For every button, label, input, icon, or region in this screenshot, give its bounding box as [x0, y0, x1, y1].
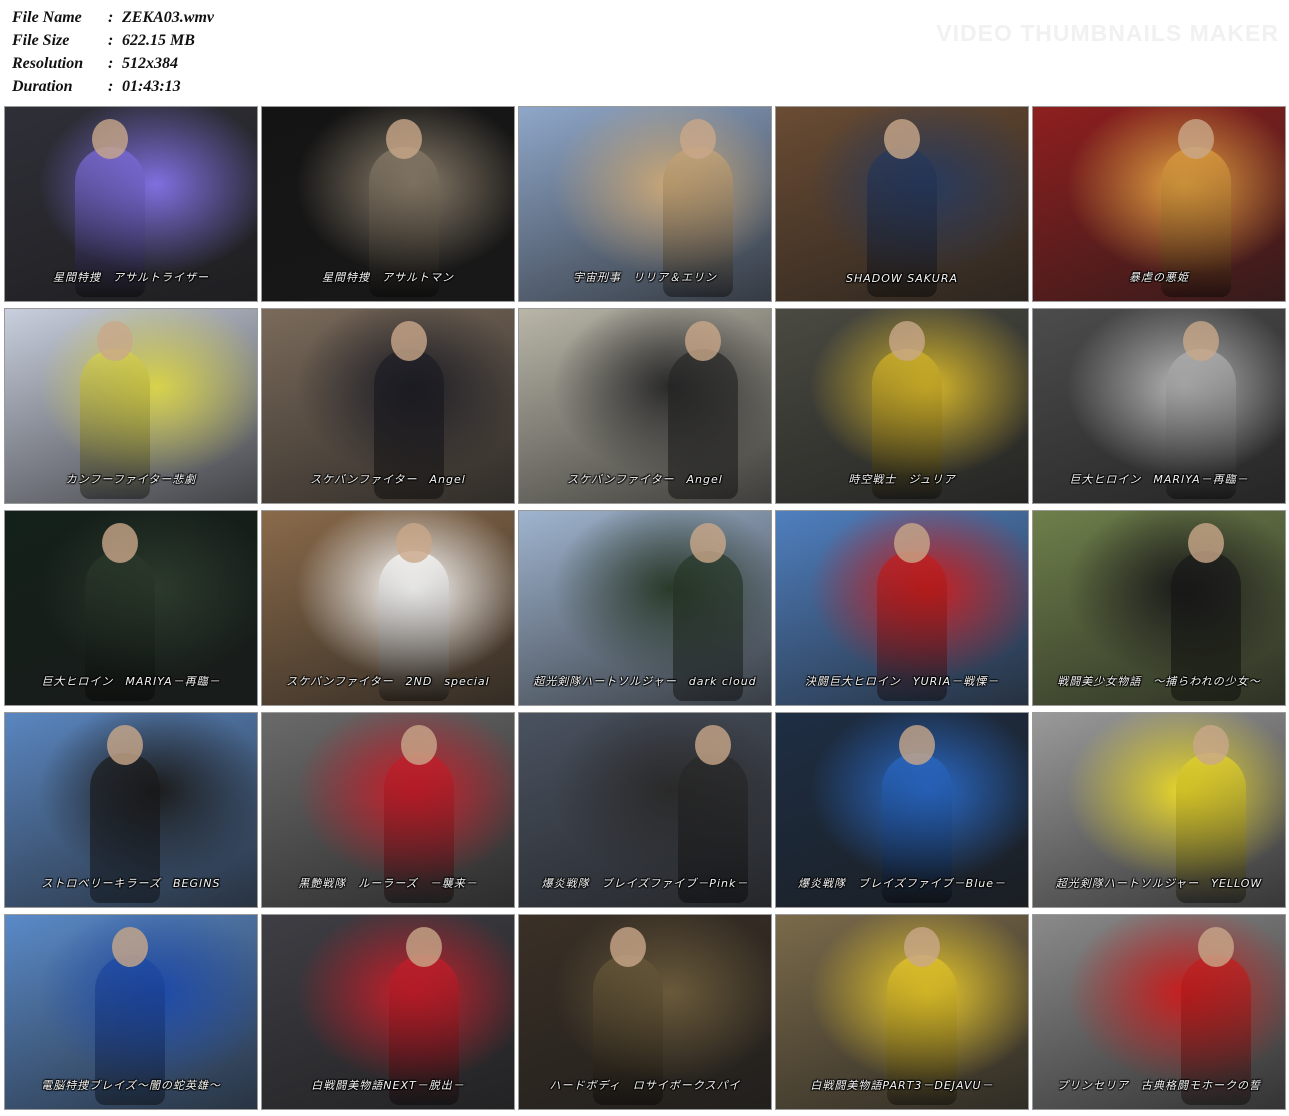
info-value: 622.15 MB [122, 32, 195, 49]
video-thumbnail[interactable]: スケバンファイター 2ND special [261, 510, 515, 706]
thumbnail-caption: 巨大ヒロイン MARIYA－再臨－ [41, 675, 221, 688]
thumbnail-caption: スケバンファイター Angel [567, 473, 723, 486]
video-thumbnail[interactable]: 戦闘美少女物語 ～捕らわれの少女～ [1032, 510, 1286, 706]
video-thumbnail[interactable]: 電脳特捜ブレイズ～闇の蛇英雄～ [4, 914, 258, 1110]
thumbnail-caption: スケバンファイター 2ND special [286, 675, 490, 688]
thumbnail-head [1198, 927, 1234, 967]
thumbnail-head [97, 321, 133, 361]
thumbnail-head [685, 321, 721, 361]
thumbnail-caption: 電脳特捜ブレイズ～闇の蛇英雄～ [41, 1079, 221, 1092]
info-row: Duration:01:43:13 [12, 75, 214, 98]
info-row: File Size:622.15 MB [12, 29, 214, 52]
thumbnail-caption: 決闘巨大ヒロイン YURIA－戦慄－ [804, 675, 1000, 688]
thumbnail-head [899, 725, 935, 765]
thumbnail-head [102, 523, 138, 563]
thumbnail-head [386, 119, 422, 159]
thumbnail-head [884, 119, 920, 159]
video-thumbnail[interactable]: 爆炎戦隊 ブレイズファイブ－Blue－ [775, 712, 1029, 908]
thumbnail-grid: 星間特捜 アサルトライザー 星間特捜 アサルトマン 宇宙刑事 リリア＆エリン SHAD… [4, 106, 1286, 1110]
info-key: Duration [12, 78, 73, 95]
file-info-panel: File Name: ZEKA03.wmv File Size:622.15 MB R… [12, 6, 214, 98]
video-thumbnail[interactable]: スケバンファイター Angel [518, 308, 772, 504]
thumbnail-head [92, 119, 128, 159]
info-separator: : [108, 32, 114, 49]
thumbnail-head [904, 927, 940, 967]
info-row: File Name: ZEKA03.wmv [12, 6, 214, 29]
thumbnail-caption: 白戦闘美物語PART3－DEJAVU－ [810, 1079, 994, 1092]
thumbnail-caption: SHADOW SAKURA [845, 272, 959, 285]
video-thumbnail[interactable]: 白戦闘美物語PART3－DEJAVU－ [775, 914, 1029, 1110]
video-thumbnail[interactable]: 白戦闘美物語NEXT－脱出－ [261, 914, 515, 1110]
video-thumbnail[interactable]: スケバンファイター Angel [261, 308, 515, 504]
info-row: Resolution:512x384 [12, 52, 214, 75]
thumbnail-head [610, 927, 646, 967]
thumbnail-caption: プリンセリア 古典格闘モホークの誓 [1057, 1079, 1261, 1092]
thumbnail-head [695, 725, 731, 765]
thumbnail-head [889, 321, 925, 361]
thumbnail-caption: カンフーファイター悲劇 [65, 473, 197, 486]
info-separator: : [108, 9, 114, 26]
video-thumbnail[interactable]: 暴虐の悪姫 [1032, 106, 1286, 302]
thumbnail-caption: 黒艶戦隊 ルーラーズ －襲来－ [298, 877, 478, 890]
thumbnail-caption: 超光剣隊ハートソルジャー dark cloud [533, 675, 757, 688]
thumbnail-caption: 白戦闘美物語NEXT－脱出－ [311, 1079, 465, 1092]
thumbnail-caption: 宇宙刑事 リリア＆エリン [573, 271, 717, 284]
thumbnail-caption: 星間特捜 アサルトライザー [53, 271, 209, 284]
video-thumbnail[interactable]: 爆炎戦隊 ブレイズファイブ－Pink－ [518, 712, 772, 908]
video-thumbnail[interactable]: SHADOW SAKURA [775, 106, 1029, 302]
thumbnail-head [1178, 119, 1214, 159]
thumbnail-head [391, 321, 427, 361]
thumbnail-head [690, 523, 726, 563]
info-key: Resolution [12, 55, 84, 72]
video-thumbnail[interactable]: 超光剣隊ハートソルジャー dark cloud [518, 510, 772, 706]
thumbnail-head [894, 523, 930, 563]
thumbnail-caption: 爆炎戦隊 ブレイズファイブ－Pink－ [541, 877, 749, 890]
thumbnail-head [1183, 321, 1219, 361]
info-separator: : [108, 55, 114, 72]
thumbnail-caption: 暴虐の悪姫 [1129, 271, 1189, 284]
thumbnail-head [406, 927, 442, 967]
video-thumbnail[interactable]: 時空戦士 ジュリア [775, 308, 1029, 504]
info-key: File Name [12, 9, 82, 26]
thumbnail-caption: ストロベリーキラーズ BEGINS [41, 877, 221, 890]
video-thumbnail[interactable]: プリンセリア 古典格闘モホークの誓 [1032, 914, 1286, 1110]
info-value: 01:43:13 [122, 78, 181, 95]
video-thumbnail[interactable]: 宇宙刑事 リリア＆エリン [518, 106, 772, 302]
video-thumbnail[interactable]: 巨大ヒロイン MARIYA－再臨－ [1032, 308, 1286, 504]
video-thumbnail[interactable]: 星間特捜 アサルトライザー [4, 106, 258, 302]
info-key: File Size [12, 32, 70, 49]
video-thumbnail[interactable]: 超光剣隊ハートソルジャー YELLOW [1032, 712, 1286, 908]
thumbnail-head [401, 725, 437, 765]
video-thumbnail[interactable]: ストロベリーキラーズ BEGINS [4, 712, 258, 908]
info-value: 512x384 [122, 55, 178, 72]
thumbnail-caption: 戦闘美少女物語 ～捕らわれの少女～ [1057, 675, 1261, 688]
thumbnail-head [112, 927, 148, 967]
video-thumbnail[interactable]: ハードボディ ロサイボークスパイ [518, 914, 772, 1110]
thumbnail-caption: 超光剣隊ハートソルジャー YELLOW [1055, 877, 1263, 890]
thumbnail-caption: 巨大ヒロイン MARIYA－再臨－ [1069, 473, 1249, 486]
info-value: ZEKA03.wmv [122, 9, 215, 26]
video-thumbnail[interactable]: 星間特捜 アサルトマン [261, 106, 515, 302]
video-thumbnail[interactable]: カンフーファイター悲劇 [4, 308, 258, 504]
thumbnail-head [396, 523, 432, 563]
thumbnail-head [680, 119, 716, 159]
thumbnail-head [1188, 523, 1224, 563]
video-thumbnail[interactable]: 黒艶戦隊 ルーラーズ －襲来－ [261, 712, 515, 908]
video-thumbnail[interactable]: 決闘巨大ヒロイン YURIA－戦慄－ [775, 510, 1029, 706]
thumbnail-head [107, 725, 143, 765]
video-thumbnail[interactable]: 巨大ヒロイン MARIYA－再臨－ [4, 510, 258, 706]
thumbnail-caption: 星間特捜 アサルトマン [322, 271, 454, 284]
thumbnail-head [1193, 725, 1229, 765]
thumbnail-caption: ハードボディ ロサイボークスパイ [549, 1079, 741, 1092]
thumbnail-caption: スケバンファイター Angel [310, 473, 466, 486]
watermark-text: VIDEO THUMBNAILS MAKER [936, 20, 1279, 46]
thumbnail-caption: 爆炎戦隊 ブレイズファイブ－Blue－ [797, 877, 1006, 890]
info-separator: : [108, 78, 114, 95]
thumbnail-caption: 時空戦士 ジュリア [848, 473, 956, 486]
